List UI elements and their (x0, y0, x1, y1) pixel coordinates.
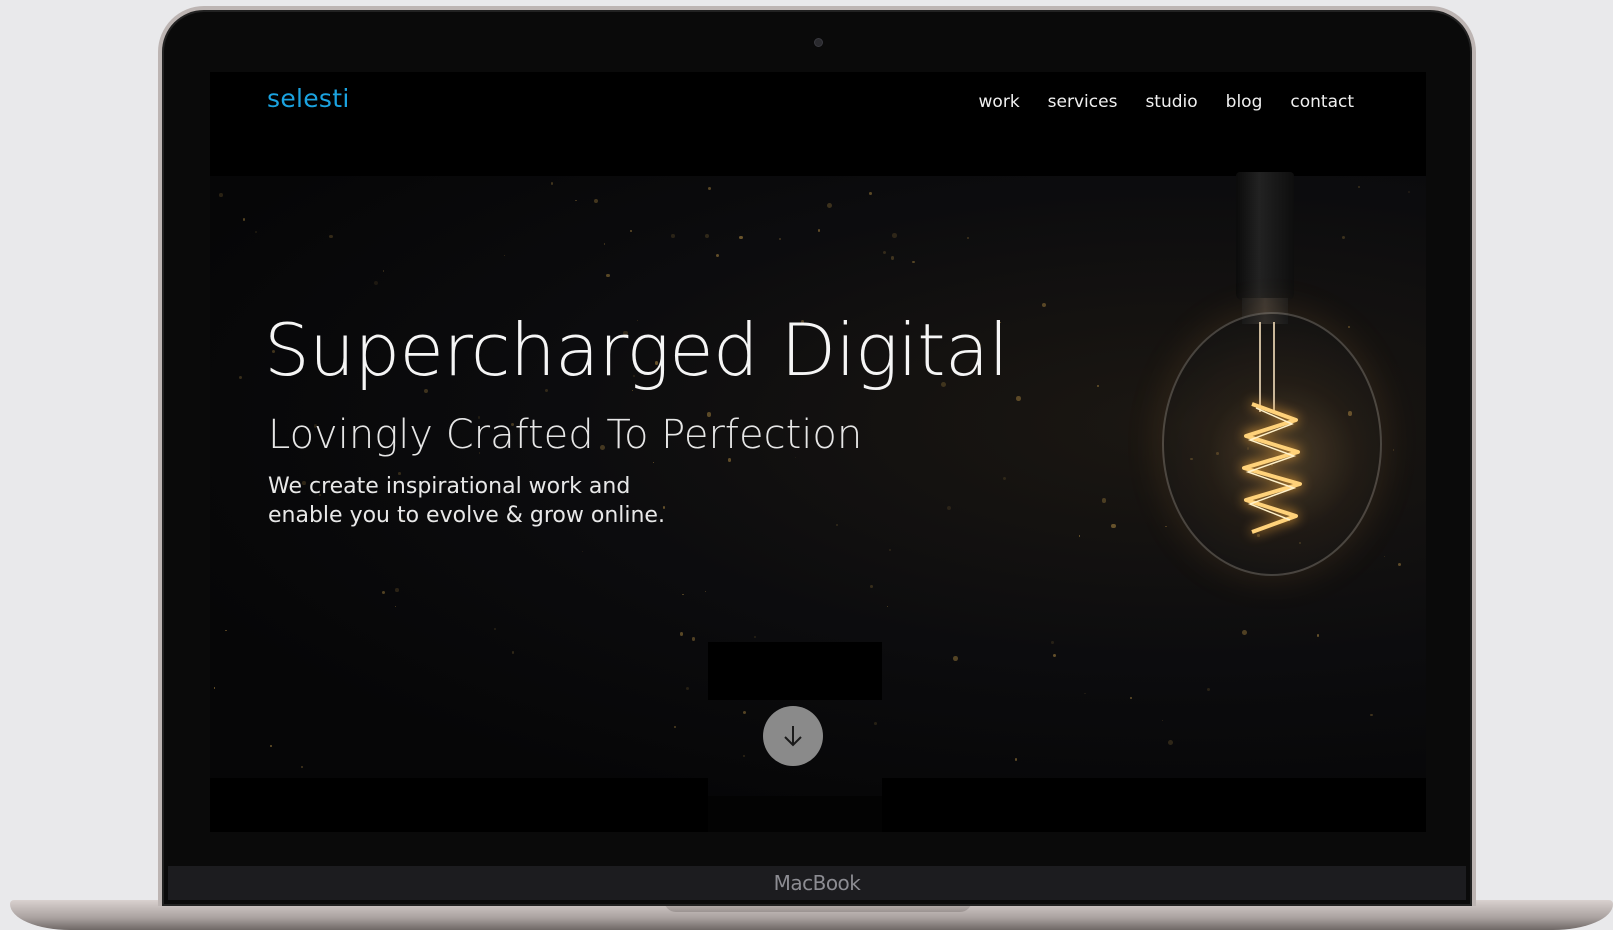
dust-speck (704, 590, 706, 592)
dust-speck (394, 588, 399, 592)
dust-speck (1084, 692, 1086, 695)
dust-speck (1041, 302, 1046, 307)
dust-speck (704, 233, 709, 238)
arrow-down-icon (784, 726, 802, 747)
dust-speck (382, 270, 384, 272)
dust-speck (886, 605, 888, 607)
camera-icon (814, 38, 823, 47)
footer-strip-right (882, 778, 1426, 832)
dust-speck (739, 235, 743, 239)
dust-speck (953, 656, 958, 661)
device-label: MacBook (773, 871, 861, 895)
nav-item-blog[interactable]: blog (1226, 92, 1263, 112)
dust-speck (888, 548, 891, 551)
dust-speck (494, 627, 497, 630)
dust-speck (754, 636, 756, 638)
dust-speck (603, 243, 606, 245)
dust-speck (870, 585, 874, 588)
browser-viewport: selesti work services studio blog contac… (210, 72, 1426, 832)
overlay-block (708, 642, 882, 700)
nav-item-contact[interactable]: contact (1290, 92, 1354, 112)
nav-item-work[interactable]: work (979, 92, 1020, 112)
dust-speck (743, 755, 745, 757)
hero-body: We create inspirational work and enable … (268, 474, 665, 528)
dust-speck (213, 686, 216, 689)
dust-speck (673, 725, 676, 728)
hero-title: Supercharged Digital (264, 308, 1009, 392)
dust-speck (912, 261, 915, 264)
dust-speck (606, 274, 610, 278)
dust-speck (869, 192, 873, 195)
dust-speck (550, 182, 554, 185)
site-logo[interactable]: selesti (267, 84, 350, 113)
dust-speck (254, 231, 257, 233)
dust-speck (243, 218, 246, 221)
dust-speck (727, 458, 732, 462)
laptop-chin: MacBook (168, 866, 1466, 900)
dust-speck (1051, 641, 1054, 645)
dust-speck (373, 280, 379, 285)
dust-speck (1101, 498, 1107, 503)
lightbulb-icon (1160, 172, 1390, 592)
scroll-down-button[interactable] (763, 706, 823, 766)
dust-speck (1016, 396, 1021, 401)
footer-strip-left (210, 778, 708, 832)
dust-speck (890, 256, 894, 260)
dust-speck (892, 233, 897, 238)
site-header: selesti work services studio blog contac… (210, 72, 1426, 176)
dust-speck (707, 187, 711, 190)
dust-speck (874, 722, 877, 725)
main-nav: work services studio blog contact (951, 92, 1354, 112)
laptop-mockup: selesti work services studio blog contac… (0, 0, 1613, 930)
dust-speck (778, 237, 781, 240)
dust-speck (270, 745, 272, 748)
dust-speck (219, 192, 223, 197)
hero-subtitle: Lovingly Crafted To Perfection (268, 412, 863, 458)
filament-icon (1242, 322, 1302, 534)
nav-item-services[interactable]: services (1048, 92, 1118, 112)
dust-speck (671, 234, 675, 238)
nav-item-studio[interactable]: studio (1145, 92, 1197, 112)
